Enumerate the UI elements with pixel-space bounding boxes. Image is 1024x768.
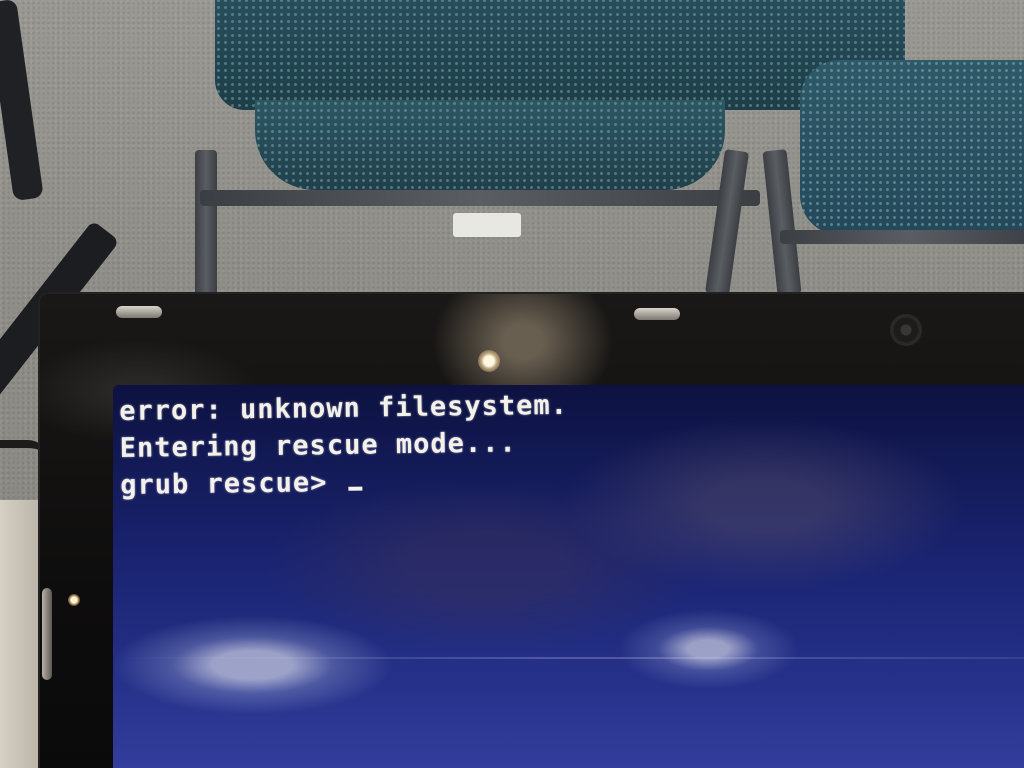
prompt-text: grub rescue> [120,466,345,501]
webcam-icon [890,314,922,346]
error-message: error: unknown filesystem. [119,389,569,427]
chair-seat-right [800,60,1024,235]
chair-label-tag [453,213,521,237]
light-reflection [478,350,500,372]
grub-console[interactable]: error: unknown filesystem. Entering resc… [119,387,569,504]
bezel-latch-right [634,308,680,320]
chair-frame-post-left [195,150,217,300]
chair-seat-left [255,100,725,190]
chair-frame-bar-left [200,190,760,206]
bezel-latch-left [116,306,162,318]
rescue-mode-message: Entering rescue mode... [119,427,517,464]
text-cursor [348,486,363,491]
screen-reflection-line [113,657,1024,659]
chair-frame-bar-right [780,230,1024,244]
laptop-screen: error: unknown filesystem. Entering resc… [113,385,1024,768]
bezel-side-slot [42,588,52,680]
grub-rescue-prompt[interactable]: grub rescue> [120,461,569,504]
power-led-icon [68,594,80,606]
photo-scene: error: unknown filesystem. Entering resc… [0,0,1024,768]
